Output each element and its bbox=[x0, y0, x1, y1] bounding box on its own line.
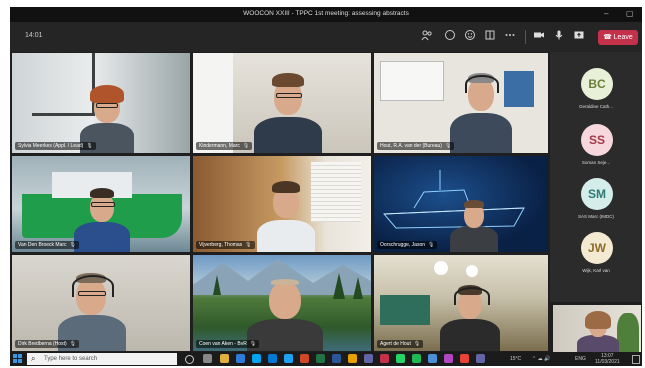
participant-name-tag: Agert de Hout 🎙 bbox=[377, 340, 424, 348]
share-icon[interactable] bbox=[572, 29, 586, 43]
office-plants bbox=[380, 295, 430, 325]
mic-icon[interactable] bbox=[552, 29, 566, 43]
avatar: SS bbox=[581, 124, 613, 156]
roster-name: Soman Seje... bbox=[581, 160, 611, 165]
participant-name-tag: Vijverberg, Thomas 🎙 bbox=[196, 241, 255, 249]
avatar: BC bbox=[581, 68, 613, 100]
roster-item[interactable]: SM SAS Marc (IMDC) bbox=[550, 176, 642, 232]
participant-video bbox=[446, 200, 502, 252]
roster-name: Geraldine Cath... bbox=[578, 104, 614, 109]
app-icon[interactable] bbox=[284, 354, 293, 363]
search-icon: ⌕ bbox=[31, 354, 36, 363]
taskbar-search-box[interactable]: ⌕ Type here to search bbox=[27, 353, 177, 365]
maximize-button[interactable]: ▢ bbox=[626, 9, 634, 19]
system-tray-icons[interactable]: ⌃ ☁ 🔊 bbox=[532, 356, 550, 362]
teams-icon[interactable] bbox=[476, 354, 485, 363]
notifications-icon[interactable] bbox=[632, 355, 640, 364]
participant-video bbox=[248, 65, 328, 153]
chat-icon[interactable] bbox=[443, 29, 457, 43]
task-view-icon[interactable] bbox=[203, 354, 212, 363]
participant-name-tag: Hout, R.A. van der (Bureau) 🎙 bbox=[377, 142, 455, 150]
video-tile[interactable]: Dirk Bredberna (Host) 🎙 bbox=[12, 255, 190, 351]
rooms-icon[interactable] bbox=[483, 29, 497, 43]
app-icon[interactable] bbox=[428, 354, 437, 363]
leave-label: Leave bbox=[613, 34, 633, 41]
avatar: JW bbox=[581, 232, 613, 264]
video-grid: Sylvia Meerkes (Appl. / Lead) 🎙 Kinderman… bbox=[10, 52, 642, 352]
video-tile[interactable]: Vijverberg, Thomas 🎙 bbox=[193, 156, 371, 252]
participant-name-tag: Kindermann, Marc 🎙 bbox=[196, 142, 253, 150]
excel-icon[interactable] bbox=[316, 354, 325, 363]
people-icon[interactable] bbox=[420, 29, 434, 43]
video-tile[interactable]: Agert de Hout 🎙 bbox=[374, 255, 548, 351]
outlook-icon[interactable] bbox=[268, 354, 277, 363]
camera-icon[interactable] bbox=[532, 29, 546, 43]
windows-start-icon[interactable] bbox=[13, 354, 23, 364]
powerpoint-icon[interactable] bbox=[300, 354, 309, 363]
video-tile[interactable]: Sylvia Meerkes (Appl. / Lead) 🎙 bbox=[12, 53, 190, 153]
avatar: SM bbox=[581, 178, 613, 210]
more-icon[interactable] bbox=[503, 29, 517, 43]
participant-video bbox=[446, 67, 516, 153]
participant-name-tag: Van Den Broeck Marc 🎙 bbox=[15, 241, 79, 249]
roster-item[interactable]: BC Geraldine Cath... bbox=[550, 66, 642, 122]
clock-date: 11/03/2021 bbox=[595, 359, 620, 365]
teams-window: WOOCON XXIII - TPPC 1st meeting: assessi… bbox=[10, 7, 642, 358]
wall bbox=[193, 53, 233, 153]
participant-video bbox=[575, 309, 621, 353]
participant-name-tag: Coen van Aken - BvR 🎙 bbox=[196, 340, 260, 348]
participant-video bbox=[52, 269, 132, 351]
word-icon[interactable] bbox=[332, 354, 341, 363]
meeting-timer: 14:01 bbox=[25, 32, 43, 39]
windows-taskbar: ⌕ Type here to search 15°C ⌃ ☁ 🔊 ENG 13:… bbox=[10, 352, 642, 366]
edge-icon[interactable] bbox=[236, 354, 245, 363]
weather-indicator[interactable]: 15°C bbox=[510, 356, 521, 362]
chrome-icon[interactable] bbox=[460, 354, 469, 363]
participant-name-tag: Dirk Bredberna (Host) 🎙 bbox=[15, 340, 79, 348]
cortana-icon[interactable] bbox=[185, 355, 194, 364]
participant-video bbox=[72, 186, 132, 252]
reactions-icon[interactable] bbox=[463, 29, 477, 43]
teams-icon[interactable] bbox=[364, 354, 373, 363]
skype-icon[interactable] bbox=[252, 354, 261, 363]
roster-name: Wijk, Karl van bbox=[582, 268, 610, 273]
phone-icon: ☎ bbox=[603, 34, 612, 41]
participant-video bbox=[436, 283, 504, 351]
app-icon[interactable] bbox=[444, 354, 453, 363]
title-bar: WOOCON XXIII - TPPC 1st meeting: assessi… bbox=[10, 7, 642, 22]
leave-button[interactable]: ☎ Leave bbox=[598, 30, 638, 45]
participant-name-tag: Sylvia Meerkes (Appl. / Lead) 🎙 bbox=[15, 142, 96, 150]
video-tile[interactable]: Hout, R.A. van der (Bureau) 🎙 bbox=[374, 53, 548, 153]
video-tile[interactable]: Coen van Aken - BvR 🎙 bbox=[193, 255, 371, 351]
search-placeholder: Type here to search bbox=[44, 356, 98, 362]
window-title: WOOCON XXIII - TPPC 1st meeting: assessi… bbox=[243, 10, 409, 17]
video-tile[interactable]: Van Den Broeck Marc 🎙 bbox=[12, 156, 190, 252]
participant-name-tag: Oorschrugge, Jason 🎙 bbox=[377, 241, 438, 249]
spotify-icon[interactable] bbox=[412, 354, 421, 363]
taskbar-clock[interactable]: 13:07 11/03/2021 bbox=[595, 353, 620, 365]
participant-video bbox=[251, 176, 321, 252]
toolbar-divider bbox=[525, 30, 526, 44]
meeting-toolbar: 14:01 ☎ Leave bbox=[10, 22, 642, 52]
app-icon[interactable] bbox=[348, 354, 357, 363]
ceiling-lamp bbox=[466, 265, 478, 277]
language-indicator[interactable]: ENG bbox=[575, 356, 586, 362]
video-tile[interactable]: Kindermann, Marc 🎙 bbox=[193, 53, 371, 153]
video-tile[interactable]: Oorschrugge, Jason 🎙 bbox=[374, 156, 548, 252]
whiteboard bbox=[380, 61, 444, 101]
self-view-video[interactable] bbox=[553, 305, 641, 353]
whatsapp-icon[interactable] bbox=[396, 354, 405, 363]
roster-item[interactable]: SS Soman Seje... bbox=[550, 122, 642, 178]
roster-item[interactable]: JW Wijk, Karl van bbox=[550, 230, 642, 286]
roster-name: SAS Marc (IMDC) bbox=[578, 214, 614, 219]
app-icon[interactable] bbox=[380, 354, 389, 363]
participant-roster: BC Geraldine Cath... SS Soman Seje... SM… bbox=[550, 52, 642, 302]
ceiling-lamp bbox=[434, 261, 448, 275]
minimize-button[interactable]: – bbox=[604, 9, 608, 19]
file-explorer-icon[interactable] bbox=[220, 354, 229, 363]
